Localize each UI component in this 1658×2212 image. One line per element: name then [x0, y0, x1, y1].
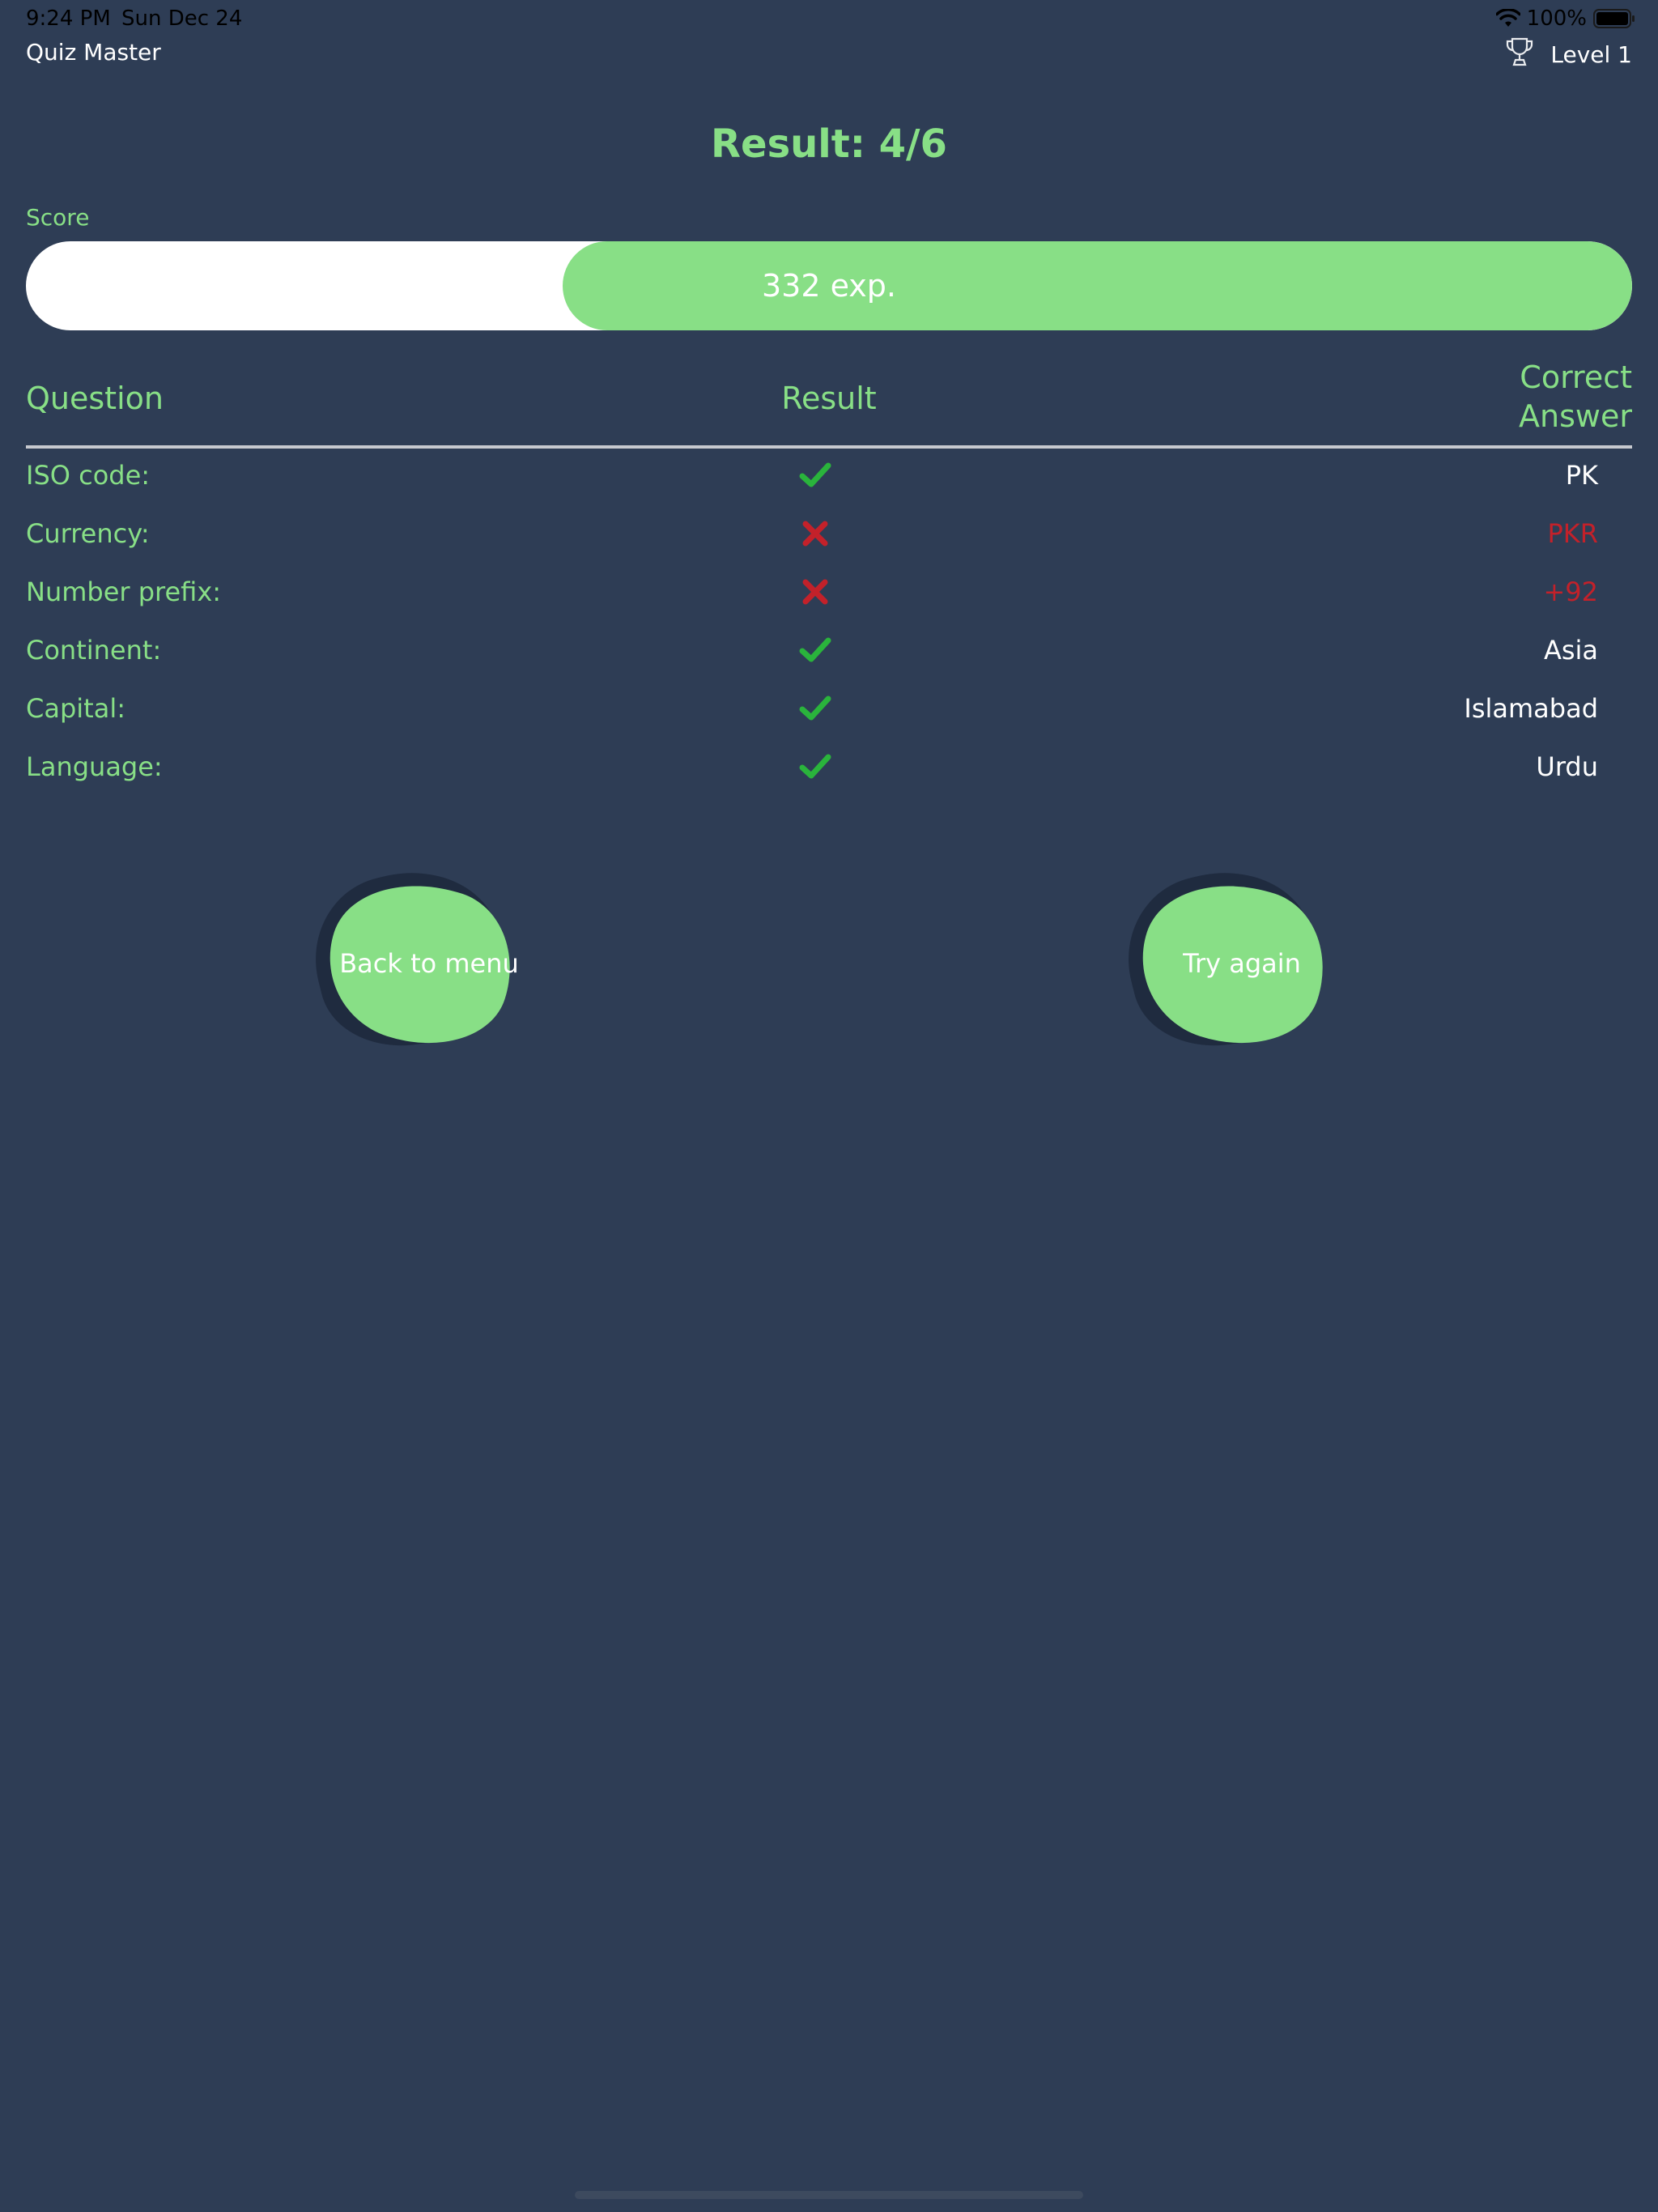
back-to-menu-label: Back to menu: [339, 948, 519, 979]
table-row: Continent: Asia: [26, 622, 1632, 680]
question-label: Currency:: [26, 518, 150, 549]
cross-icon: [795, 513, 835, 554]
status-time: 9:24 PM: [26, 6, 111, 31]
table-row: ISO code: PK: [26, 447, 1632, 505]
try-again-label: Try again: [1183, 948, 1301, 979]
status-indicators: 100%: [1495, 6, 1635, 31]
column-header-correct-answer: Correct Answer: [1422, 358, 1632, 436]
column-header-correct-line2: Answer: [1519, 398, 1632, 434]
correct-answer: Urdu: [1536, 751, 1598, 782]
results-table-body: ISO code: PK Currency: PKR Number prefix…: [26, 447, 1632, 797]
correct-answer: Islamabad: [1464, 693, 1598, 724]
wifi-icon: [1495, 9, 1520, 28]
question-label: ISO code:: [26, 460, 151, 491]
trophy-icon: [1503, 36, 1536, 74]
correct-answer: PK: [1565, 460, 1598, 491]
check-icon: [795, 630, 835, 670]
question-label: Continent:: [26, 635, 162, 666]
cross-icon: [795, 572, 835, 612]
column-header-result: Result: [781, 381, 877, 416]
correct-answer: Asia: [1543, 635, 1598, 666]
correct-answer: +92: [1543, 576, 1598, 607]
check-icon: [795, 688, 835, 729]
score-value: 332 exp.: [761, 268, 896, 304]
app-title: Quiz Master: [26, 39, 161, 66]
level-indicator[interactable]: Level 1: [1503, 36, 1632, 74]
battery-icon: [1593, 9, 1635, 28]
table-row: Currency: PKR: [26, 505, 1632, 564]
home-indicator[interactable]: [575, 2191, 1083, 2199]
battery-percent: 100%: [1526, 6, 1587, 31]
question-label: Capital:: [26, 693, 125, 724]
try-again-button[interactable]: Try again: [1110, 853, 1347, 1068]
score-progress-bar: 332 exp.: [26, 241, 1632, 330]
results-table-header: Question Result Correct Answer: [26, 358, 1632, 449]
table-row: Number prefix: +92: [26, 564, 1632, 622]
column-header-correct-line1: Correct: [1520, 359, 1632, 395]
table-row: Capital: Islamabad: [26, 680, 1632, 738]
question-label: Language:: [26, 751, 163, 782]
score-label: Score: [26, 204, 90, 231]
back-to-menu-button[interactable]: Back to menu: [297, 853, 534, 1068]
result-title: Result: 4/6: [711, 121, 947, 167]
status-date: Sun Dec 24: [121, 6, 243, 31]
check-icon: [795, 455, 835, 496]
level-label: Level 1: [1550, 41, 1632, 68]
correct-answer: PKR: [1547, 518, 1598, 549]
question-label: Number prefix:: [26, 576, 222, 607]
status-bar: 9:24 PM Sun Dec 24 100%: [0, 0, 1658, 39]
check-icon: [795, 747, 835, 787]
table-row: Language: Urdu: [26, 738, 1632, 797]
